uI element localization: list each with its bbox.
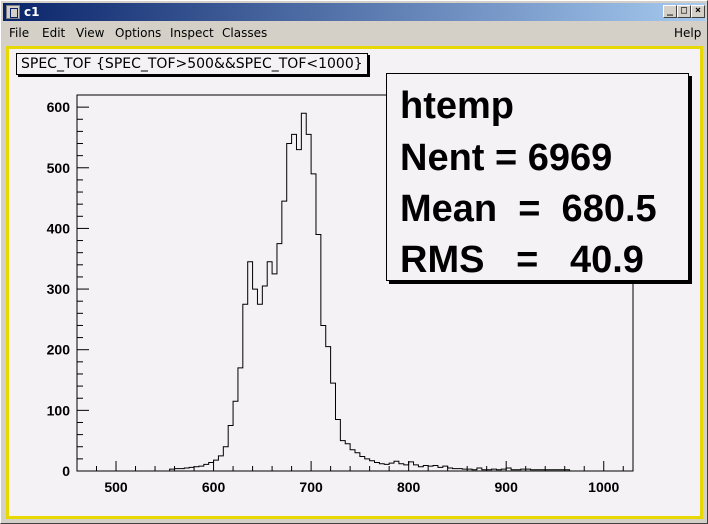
x-tick-label: 900: [495, 479, 519, 495]
stats-mean: Mean = 680.5: [400, 188, 657, 230]
stats-box[interactable]: htemp Nent = 6969 Mean = 680.5 RMS = 40.…: [386, 73, 689, 281]
x-tick-label: 600: [202, 479, 226, 495]
menu-help[interactable]: Help: [674, 26, 701, 40]
window-title: c1: [24, 5, 40, 19]
maximize-button[interactable]: □: [677, 5, 691, 18]
minimize-button[interactable]: _: [663, 5, 677, 18]
y-tick-label: 300: [47, 281, 71, 297]
stats-entries: Nent = 6969: [400, 137, 613, 179]
y-tick-label: 600: [47, 99, 71, 115]
histogram-canvas[interactable]: 500 600 700 800 900 1000 0 100 200 300 400 500 600 S…: [9, 49, 700, 516]
y-tick-label: 100: [47, 402, 71, 418]
y-tick-label: 500: [47, 160, 71, 176]
menu-classes[interactable]: Classes: [222, 26, 267, 40]
menu-inspect[interactable]: Inspect: [170, 26, 214, 40]
canvas-border: 500 600 700 800 900 1000 0 100 200 300 400 500 600 S…: [6, 46, 703, 519]
histogram-title[interactable]: SPEC_TOF {SPEC_TOF>500&&SPEC_TOF<1000}: [16, 53, 368, 75]
stats-name: htemp: [400, 85, 514, 127]
x-tick-label: 1000: [588, 479, 619, 495]
y-tick-label: 0: [62, 463, 70, 479]
stats-rms: RMS = 40.9: [400, 239, 644, 281]
y-tick-label: 200: [47, 342, 71, 358]
menu-options[interactable]: Options: [115, 26, 161, 40]
menu-view[interactable]: View: [76, 26, 104, 40]
y-tick-label: 400: [47, 220, 71, 236]
menu-bar: File Edit View Options Inspect Classes H…: [3, 23, 705, 43]
x-tick-label: 800: [397, 479, 421, 495]
title-bar[interactable]: c1 _ □ ×: [3, 3, 705, 21]
close-button[interactable]: ×: [691, 5, 705, 18]
x-tick-label: 500: [104, 479, 128, 495]
menu-edit[interactable]: Edit: [42, 26, 65, 40]
app-icon: [6, 5, 20, 19]
x-tick-label: 700: [299, 479, 323, 495]
root-canvas-window: c1 _ □ × File Edit View Options Inspect …: [0, 0, 708, 524]
menu-file[interactable]: File: [9, 26, 29, 40]
